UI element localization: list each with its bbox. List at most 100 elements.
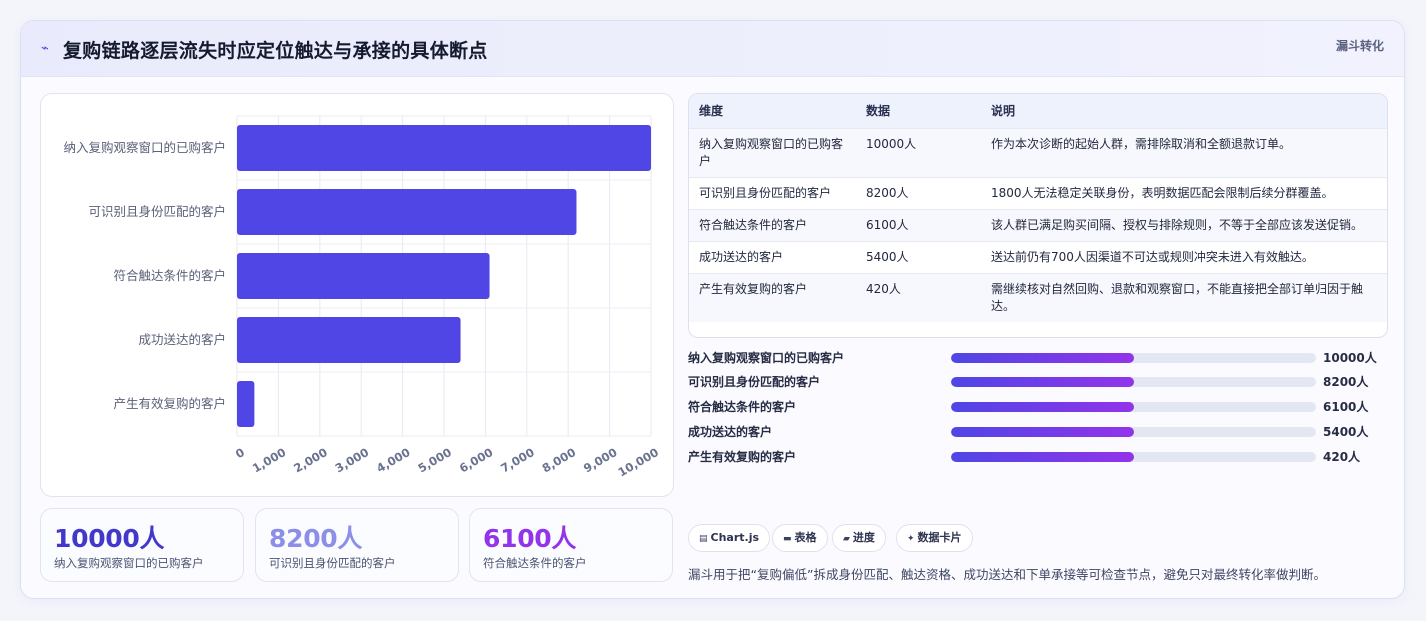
progress-row: 可识别且身份匹配的客户 8200人 (688, 371, 1388, 391)
category-label: 成功送达的客户 (138, 332, 226, 347)
table-cell: 产生有效复购的客户 (689, 272, 856, 322)
x-tick-label: 3,000 (333, 445, 372, 475)
table-cell: 送达前仍有700人因渠道不可达或规则冲突未进入有效触达。 (981, 240, 1387, 273)
progress-value: 8200人 (1323, 375, 1369, 389)
stat-label: 符合触达条件的客户 (483, 556, 587, 570)
progress-icon: ▰ (843, 534, 850, 544)
progress-track (951, 452, 1316, 462)
chart-icon: ▤ (699, 534, 708, 544)
stat-card-1: 10000人 纳入复购观察窗口的已购客户 (40, 508, 244, 582)
x-tick-label: 1,000 (250, 445, 289, 475)
table-cell: 符合触达条件的客户 (689, 208, 856, 241)
card-header: ⌁ 复购链路逐层流失时应定位触达与承接的具体断点 漏斗转化 (21, 21, 1404, 77)
progress-fill (951, 353, 1134, 363)
stat-label: 可识别且身份匹配的客户 (269, 556, 396, 570)
chip-table[interactable]: ▬ 表格 (772, 524, 828, 552)
x-tick-label: 0 (233, 445, 247, 461)
x-tick-label: 5,000 (415, 445, 454, 475)
category-label: 产生有效复购的客户 (113, 396, 226, 411)
table-cell: 纳入复购观察窗口的已购客户 (689, 127, 856, 177)
bar (237, 252, 490, 300)
table-row: 成功送达的客户 5400人 送达前仍有700人因渠道不可达或规则冲突未进入有效触… (689, 240, 1387, 273)
stat-card-3: 6100人 符合触达条件的客户 (469, 508, 673, 582)
table-row: 可识别且身份匹配的客户 8200人 1800人无法稳定关联身份，表明数据匹配会限… (689, 176, 1387, 209)
table-row: 符合触达条件的客户 6100人 该人群已满足购买间隔、授权与排除规则，不等于全部… (689, 208, 1387, 241)
table-row: 产生有效复购的客户 420人 需继续核对自然回购、退款和观察窗口，不能直接把全部… (689, 272, 1387, 322)
progress-label: 产生有效复购的客户 (688, 450, 797, 464)
progress-fill (951, 402, 1134, 412)
sparkle-icon: ✦ (907, 534, 915, 544)
table-cell: 需继续核对自然回购、退款和观察窗口，不能直接把全部订单归因于触达。 (981, 272, 1387, 322)
data-table: 维度 数据 说明 纳入复购观察窗口的已购客户 10000人 作为本次诊断的起始人… (688, 93, 1388, 338)
chip-label: 表格 (794, 531, 817, 544)
progress-track (951, 353, 1316, 363)
progress-row: 纳入复购观察窗口的已购客户 10000人 (688, 347, 1388, 367)
column-header: 说明 (991, 104, 1016, 119)
stat-value: 10000人 (54, 524, 165, 553)
progress-row: 成功送达的客户 5400人 (688, 421, 1388, 441)
table-row: 纳入复购观察窗口的已购客户 10000人 作为本次诊断的起始人群，需排除取消和全… (689, 127, 1387, 177)
category-tag: 漏斗转化 (1335, 39, 1384, 53)
column-header: 数据 (866, 104, 891, 119)
x-tick-label: 7,000 (498, 445, 537, 475)
category-label: 纳入复购观察窗口的已购客户 (63, 140, 226, 155)
bar (237, 188, 577, 236)
table-cell: 可识别且身份匹配的客户 (689, 176, 856, 209)
progress-label: 可识别且身份匹配的客户 (688, 375, 821, 389)
x-tick-label: 8,000 (540, 445, 579, 475)
chip-label: 进度 (852, 531, 875, 544)
stat-value: 6100人 (483, 524, 577, 553)
progress-row: 产生有效复购的客户 420人 (688, 446, 1388, 466)
chip-data-card[interactable]: ✦ 数据卡片 (896, 524, 973, 552)
progress-fill (951, 452, 1134, 462)
progress-fill (951, 377, 1134, 387)
stat-card-2: 8200人 可识别且身份匹配的客户 (255, 508, 459, 582)
table-cell: 10000人 (856, 127, 981, 177)
chip-label: Chart.js (710, 531, 760, 544)
progress-track (951, 402, 1316, 412)
stat-value: 8200人 (269, 524, 363, 553)
table-icon: ▬ (783, 534, 792, 544)
stat-label: 纳入复购观察窗口的已购客户 (54, 556, 204, 570)
progress-row: 符合触达条件的客户 6100人 (688, 396, 1388, 416)
footnote: 漏斗用于把“复购偏低”拆成身份匹配、触达资格、成功送达和下单承接等可检查节点，避… (688, 567, 1326, 582)
category-label: 可识别且身份匹配的客户 (88, 204, 226, 219)
table-cell: 1800人无法稳定关联身份，表明数据匹配会限制后续分群覆盖。 (981, 176, 1387, 209)
table-cell: 该人群已满足购买间隔、授权与排除规则，不等于全部应该发送促销。 (981, 208, 1387, 241)
x-tick-label: 9,000 (581, 445, 620, 475)
chip-label: 数据卡片 (917, 531, 962, 544)
chart-spark-icon: ⌁ (41, 41, 49, 56)
table-cell: 成功送达的客户 (689, 240, 856, 273)
progress-value: 6100人 (1323, 400, 1369, 414)
progress-value: 5400人 (1323, 425, 1369, 439)
progress-track (951, 377, 1316, 387)
x-tick-label: 10,000 (616, 445, 661, 479)
progress-label: 符合触达条件的客户 (688, 400, 797, 414)
progress-track (951, 427, 1316, 437)
x-tick-label: 2,000 (291, 445, 330, 475)
progress-fill (951, 427, 1134, 437)
bar-chart-panel: 纳入复购观察窗口的已购客户可识别且身份匹配的客户符合触达条件的客户成功送达的客户… (40, 93, 674, 497)
progress-value: 10000人 (1323, 351, 1377, 365)
bar (237, 316, 461, 364)
column-header: 维度 (699, 104, 724, 119)
chip-progress[interactable]: ▰ 进度 (832, 524, 886, 552)
horizontal-bar-chart: 纳入复购观察窗口的已购客户可识别且身份匹配的客户符合触达条件的客户成功送达的客户… (63, 115, 661, 479)
table-cell: 5400人 (856, 240, 981, 273)
bar (237, 124, 651, 172)
progress-value: 420人 (1323, 450, 1361, 464)
category-label: 符合触达条件的客户 (113, 268, 226, 283)
table-cell: 6100人 (856, 208, 981, 241)
page-title: 复购链路逐层流失时应定位触达与承接的具体断点 (63, 40, 488, 62)
progress-label: 成功送达的客户 (688, 425, 773, 439)
table-header-row: 维度 数据 说明 (689, 94, 1387, 128)
table-cell: 8200人 (856, 176, 981, 209)
table-cell: 作为本次诊断的起始人群，需排除取消和全额退款订单。 (981, 127, 1387, 177)
bar (237, 380, 255, 428)
table-cell: 420人 (856, 272, 981, 322)
progress-label: 纳入复购观察窗口的已购客户 (688, 351, 845, 365)
chip-chartjs[interactable]: ▤ Chart.js (688, 524, 771, 552)
funnel-card: ⌁ 复购链路逐层流失时应定位触达与承接的具体断点 漏斗转化 纳入复购观察窗口的已… (20, 20, 1405, 599)
x-tick-label: 4,000 (374, 445, 413, 475)
x-tick-label: 6,000 (457, 445, 496, 475)
